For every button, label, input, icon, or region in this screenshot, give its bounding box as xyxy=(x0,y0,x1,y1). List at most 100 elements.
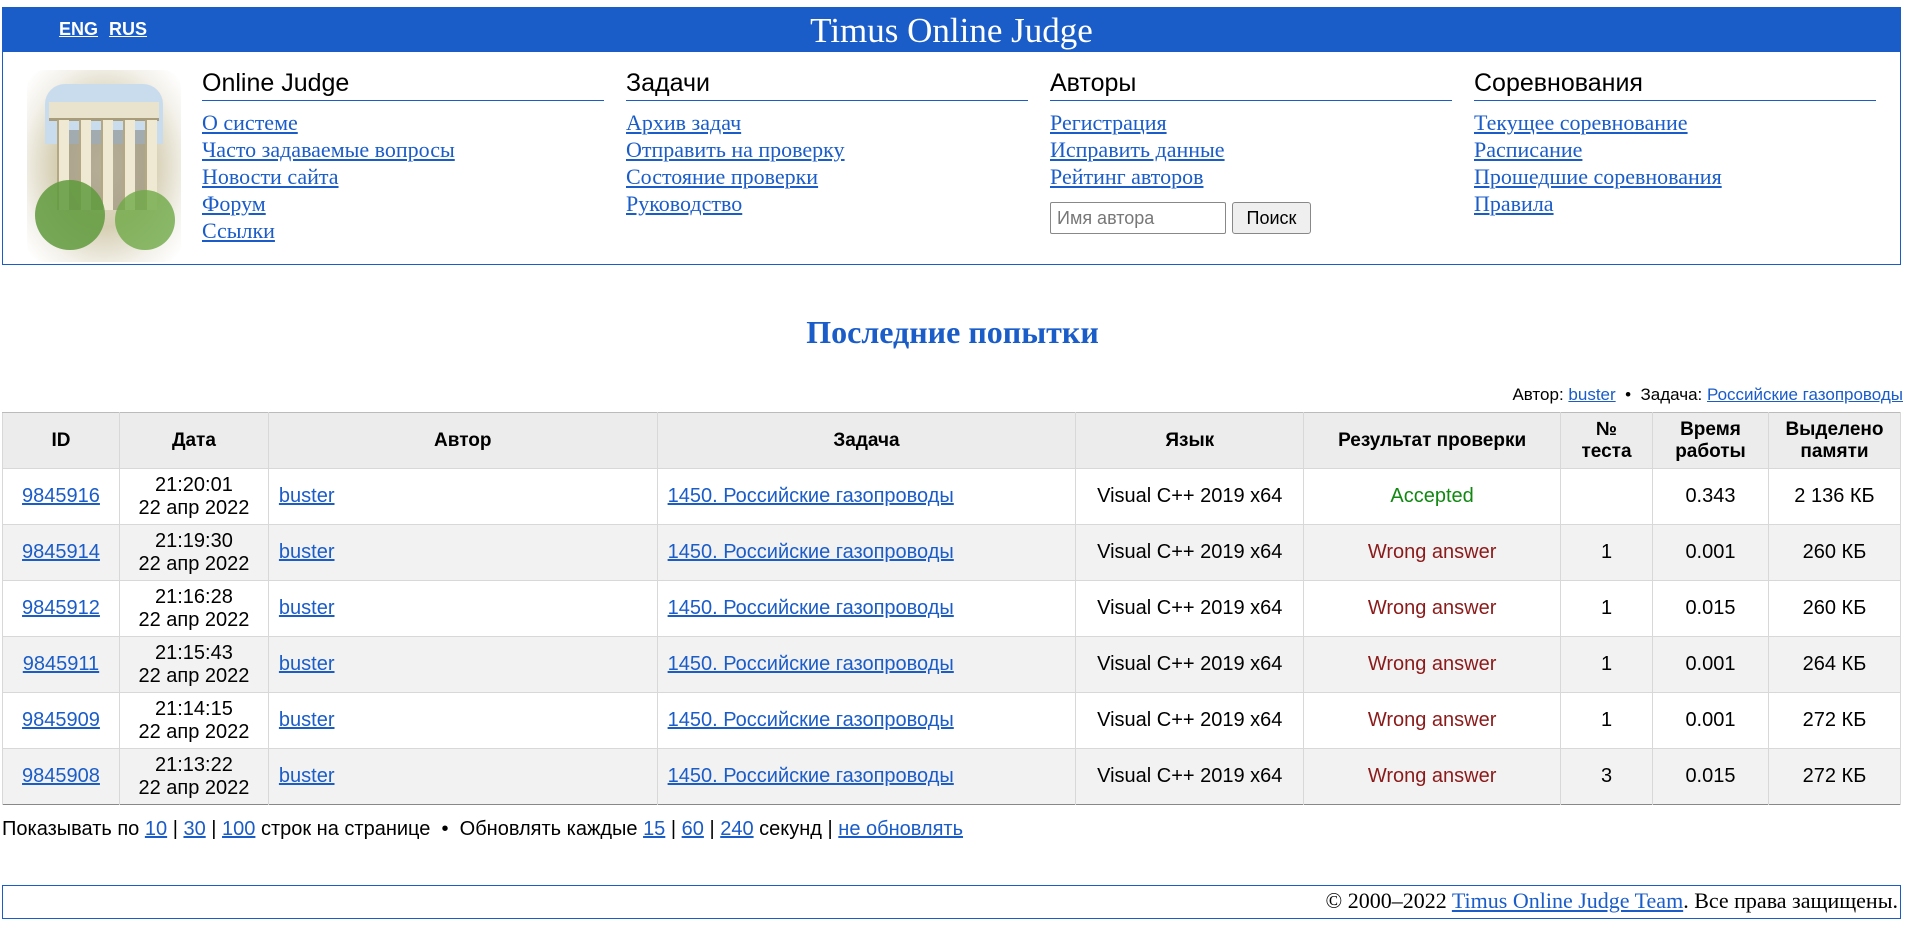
table-header-row: ID Дата Автор Задача Язык Результат пров… xyxy=(2,412,1902,469)
page-size-10-link[interactable]: 10 xyxy=(145,818,167,840)
problem-link[interactable]: 1450. Российские газопроводы xyxy=(668,709,954,731)
author-search: Поиск xyxy=(1050,202,1452,234)
filter-author-label: Автор: xyxy=(1512,385,1564,404)
author-link[interactable]: buster xyxy=(279,597,335,619)
submission-date: 21:19:30 22 апр 2022 xyxy=(118,524,269,581)
problem-link[interactable]: 1450. Российские газопроводы xyxy=(668,541,954,563)
logo-tree xyxy=(115,190,175,250)
runtime: 0.001 xyxy=(1652,692,1769,749)
author-search-button[interactable]: Поиск xyxy=(1232,202,1311,234)
table-row: 9845908 21:13:22 22 апр 2022 buster 1450.… xyxy=(2,748,1902,805)
footer-rights: . Все права защищены. xyxy=(1683,888,1898,913)
logo-roof xyxy=(49,102,159,121)
pager-separator: | xyxy=(709,818,715,840)
page-title: Последние попытки xyxy=(806,314,1099,350)
nav-link-edit-profile[interactable]: Исправить данные xyxy=(1050,136,1452,163)
submission-id-link[interactable]: 9845911 xyxy=(23,653,99,675)
problem-link[interactable]: 1450. Российские газопроводы xyxy=(668,653,954,675)
author-link[interactable]: buster xyxy=(279,541,335,563)
test-number: 3 xyxy=(1560,748,1653,805)
verdict: Accepted xyxy=(1303,468,1562,525)
col-header-verdict: Результат проверки xyxy=(1303,412,1562,469)
pagination-controls: Показывать по 10 | 30 | 100 строк на стр… xyxy=(2,817,963,841)
col-header-memory: Выделено памяти xyxy=(1767,412,1902,469)
no-refresh-link[interactable]: не обновлять xyxy=(838,818,963,840)
runtime: 0.015 xyxy=(1652,748,1769,805)
nav-link-author-rating[interactable]: Рейтинг авторов xyxy=(1050,163,1452,190)
nav-link-register[interactable]: Регистрация xyxy=(1050,109,1452,136)
col-header-problem: Задача xyxy=(656,412,1077,469)
runtime: 0.343 xyxy=(1652,468,1769,525)
nav-column-title: Соревнования xyxy=(1474,68,1876,101)
submission-id-link[interactable]: 9845909 xyxy=(22,709,100,731)
nav-column-authors: Авторы Регистрация Исправить данные Рейт… xyxy=(1050,68,1452,234)
nav-link-status[interactable]: Состояние проверки xyxy=(626,163,1028,190)
submission-date: 21:14:15 22 апр 2022 xyxy=(118,692,269,749)
test-number: 1 xyxy=(1560,636,1653,693)
submission-id-link[interactable]: 9845916 xyxy=(22,485,100,507)
author-link[interactable]: buster xyxy=(279,765,335,787)
nav-link-about[interactable]: О системе xyxy=(202,109,604,136)
test-number: 1 xyxy=(1560,524,1653,581)
filter-author-link[interactable]: buster xyxy=(1568,385,1615,404)
nav-column-contests: Соревнования Текущее соревнование Распис… xyxy=(1474,68,1876,217)
memory: 260 КБ xyxy=(1767,580,1902,637)
pager-separator: | xyxy=(827,818,833,840)
author-link[interactable]: buster xyxy=(279,709,335,731)
nav-link-guide[interactable]: Руководство xyxy=(626,190,1028,217)
author-search-input[interactable] xyxy=(1050,202,1226,234)
refresh-15-link[interactable]: 15 xyxy=(643,818,665,840)
nav-link-news[interactable]: Новости сайта xyxy=(202,163,604,190)
language: Visual C++ 2019 x64 xyxy=(1075,748,1305,805)
filter-problem-label: Задача: xyxy=(1640,385,1703,404)
nav-link-faq[interactable]: Часто задаваемые вопросы xyxy=(202,136,604,163)
pager-separator: | xyxy=(172,818,178,840)
test-number: 1 xyxy=(1560,580,1653,637)
memory: 260 КБ xyxy=(1767,524,1902,581)
nav-column-title: Авторы xyxy=(1050,68,1452,101)
page-size-30-link[interactable]: 30 xyxy=(183,818,205,840)
nav-link-submit[interactable]: Отправить на проверку xyxy=(626,136,1028,163)
submission-id-link[interactable]: 9845914 xyxy=(22,541,100,563)
nav-link-forum[interactable]: Форум xyxy=(202,190,604,217)
pager-bullet: • xyxy=(441,818,449,840)
nav-column-title: Online Judge xyxy=(202,68,604,101)
nav-link-problem-archive[interactable]: Архив задач xyxy=(626,109,1028,136)
table-row: 9845911 21:15:43 22 апр 2022 buster 1450.… xyxy=(2,636,1902,693)
submission-date: 21:16:28 22 апр 2022 xyxy=(118,580,269,637)
table-row: 9845916 21:20:01 22 апр 2022 buster 1450.… xyxy=(2,468,1902,525)
col-header-runtime: Время работы xyxy=(1652,412,1769,469)
nav-link-links[interactable]: Ссылки xyxy=(202,217,604,244)
memory: 2 136 КБ xyxy=(1767,468,1902,525)
logo-tree xyxy=(35,180,105,250)
col-header-date: Дата xyxy=(118,412,269,469)
site-logo[interactable] xyxy=(27,70,181,262)
memory: 272 КБ xyxy=(1767,748,1902,805)
filter-problem-link[interactable]: Российские газопроводы xyxy=(1707,385,1903,404)
pager-show-prefix: Показывать по xyxy=(2,818,140,840)
submission-id-link[interactable]: 9845908 xyxy=(22,765,100,787)
title-bar: ENG RUS Timus Online Judge xyxy=(3,8,1900,52)
pager-show-suffix: строк на странице xyxy=(260,818,431,840)
problem-link[interactable]: 1450. Российские газопроводы xyxy=(668,485,954,507)
memory: 264 КБ xyxy=(1767,636,1902,693)
footer-team-link[interactable]: Timus Online Judge Team xyxy=(1452,888,1683,913)
refresh-60-link[interactable]: 60 xyxy=(682,818,704,840)
refresh-240-link[interactable]: 240 xyxy=(720,818,753,840)
nav-column-problems: Задачи Архив задач Отправить на проверку… xyxy=(626,68,1028,217)
nav-link-schedule[interactable]: Расписание xyxy=(1474,136,1876,163)
nav-link-rules[interactable]: Правила xyxy=(1474,190,1876,217)
test-number: 1 xyxy=(1560,692,1653,749)
memory: 272 КБ xyxy=(1767,692,1902,749)
nav-column-online-judge: Online Judge О системе Часто задаваемые … xyxy=(202,68,604,244)
problem-link[interactable]: 1450. Российские газопроводы xyxy=(668,765,954,787)
nav-link-past-contests[interactable]: Прошедшие соревнования xyxy=(1474,163,1876,190)
page-size-100-link[interactable]: 100 xyxy=(222,818,255,840)
submission-id-link[interactable]: 9845912 xyxy=(22,597,100,619)
verdict: Wrong answer xyxy=(1303,692,1562,749)
author-link[interactable]: buster xyxy=(279,485,335,507)
runtime: 0.001 xyxy=(1652,636,1769,693)
nav-link-current-contest[interactable]: Текущее соревнование xyxy=(1474,109,1876,136)
author-link[interactable]: buster xyxy=(279,653,335,675)
problem-link[interactable]: 1450. Российские газопроводы xyxy=(668,597,954,619)
